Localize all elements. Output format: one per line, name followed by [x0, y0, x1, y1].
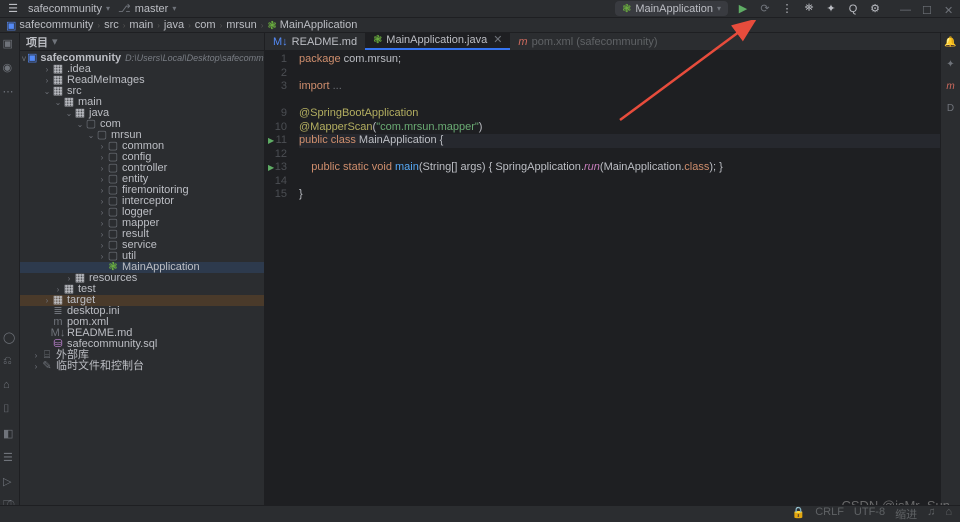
- editor-gutter: 12391011▶1213▶1415: [265, 51, 293, 505]
- tool-icon[interactable]: ◯: [3, 331, 17, 345]
- tree-row[interactable]: ›▢service: [20, 240, 264, 251]
- project-tool-icon[interactable]: ▣: [3, 37, 17, 51]
- code-line[interactable]: }: [299, 188, 940, 202]
- window-maximize[interactable]: ☐: [922, 4, 932, 14]
- code-line[interactable]: [299, 148, 940, 162]
- notifications-icon[interactable]: 🔔: [944, 37, 958, 51]
- tree-row[interactable]: ⌄▦java: [20, 108, 264, 119]
- code-line[interactable]: @MapperScan("com.mrsun.mapper"): [299, 121, 940, 135]
- code-line[interactable]: public static void main(String[] args) {…: [299, 161, 940, 175]
- code-with-me-icon[interactable]: ⛯: [802, 2, 816, 16]
- editor-area: M↓README.md❃MainApplication.java✕mpom.xm…: [265, 33, 940, 505]
- tree-row[interactable]: ⌄▦main: [20, 97, 264, 108]
- code-line[interactable]: public class MainApplication {: [299, 134, 940, 148]
- project-panel: 项目 ▾ v▣ safecommunity D:\Users\Local\Des…: [20, 33, 265, 505]
- statusbar-item[interactable]: ⌂: [945, 506, 952, 522]
- chevron-down-icon: ▾: [172, 4, 176, 13]
- git-branch-icon: ⎇: [118, 2, 131, 15]
- code-line[interactable]: package com.mrsun;: [299, 53, 940, 67]
- statusbar-item[interactable]: UTF-8: [854, 506, 885, 522]
- code-line[interactable]: @SpringBootApplication: [299, 107, 940, 121]
- project-dropdown[interactable]: safecommunity ▾: [28, 3, 110, 15]
- code-line[interactable]: import ...: [299, 80, 940, 94]
- tool-icon[interactable]: ⎌: [3, 355, 17, 369]
- debug-button[interactable]: ⟳: [758, 2, 772, 16]
- run-button[interactable]: ▶: [736, 2, 750, 16]
- database-tool-icon[interactable]: D: [944, 103, 958, 117]
- panel-title: 项目: [26, 34, 48, 50]
- statusbar-item[interactable]: 🔒: [791, 506, 805, 522]
- breadcrumb-item[interactable]: ❃MainApplication: [267, 19, 357, 32]
- code-line[interactable]: [299, 67, 940, 81]
- code-line[interactable]: [299, 175, 940, 189]
- project-name: safecommunity: [28, 3, 102, 15]
- tab-close-icon[interactable]: ✕: [493, 33, 502, 46]
- window-minimize[interactable]: —: [900, 4, 910, 14]
- ai-assist-icon[interactable]: ✦: [944, 59, 958, 73]
- commit-tool-icon[interactable]: ◉: [3, 61, 17, 75]
- project-tree[interactable]: v▣ safecommunity D:\Users\Local\Desktop\…: [20, 51, 264, 374]
- breadcrumb-item[interactable]: src: [104, 19, 119, 31]
- editor-tab[interactable]: M↓README.md: [265, 34, 365, 50]
- editor-content[interactable]: 12391011▶1213▶1415 package com.mrsun; imp…: [265, 51, 940, 505]
- structure-tool-icon[interactable]: ⋯: [3, 85, 17, 99]
- editor-tab[interactable]: mpom.xml (safecommunity): [510, 34, 665, 50]
- branch-name: master: [135, 3, 169, 15]
- editor-tabs: M↓README.md❃MainApplication.java✕mpom.xm…: [265, 33, 940, 51]
- app-menu-icon[interactable]: ☰: [6, 2, 20, 16]
- breadcrumb-item[interactable]: mrsun: [226, 19, 257, 31]
- titlebar: ☰ safecommunity ▾ ⎇ master ▾ ❃ MainAppli…: [0, 0, 960, 18]
- more-icon[interactable]: ⋮: [780, 2, 794, 16]
- statusbar: 🔒 CRLF UTF-8 缩进 ♫ ⌂: [0, 505, 960, 521]
- ai-icon[interactable]: ✦: [824, 2, 838, 16]
- tool-icon[interactable]: ▷: [3, 475, 17, 489]
- run-config-label: MainApplication: [635, 3, 713, 15]
- maven-tool-icon[interactable]: m: [944, 81, 958, 95]
- breadcrumb-item[interactable]: main: [129, 19, 153, 31]
- panel-header[interactable]: 项目 ▾: [20, 33, 264, 51]
- panel-selector[interactable]: ▾: [52, 35, 58, 48]
- editor-tab[interactable]: ❃MainApplication.java✕: [365, 33, 510, 50]
- breadcrumb-item[interactable]: java: [164, 19, 184, 31]
- tree-row[interactable]: ⌄▢com: [20, 119, 264, 130]
- statusbar-item[interactable]: ♫: [927, 506, 935, 522]
- search-icon[interactable]: Q: [846, 2, 860, 16]
- tree-row[interactable]: ⌄▦src: [20, 86, 264, 97]
- run-config-selector[interactable]: ❃ MainApplication ▾: [615, 1, 728, 16]
- statusbar-item[interactable]: 缩进: [895, 506, 917, 522]
- tool-icon[interactable]: ⌂: [3, 379, 17, 393]
- statusbar-item[interactable]: CRLF: [815, 506, 844, 522]
- settings-icon[interactable]: ⚙: [868, 2, 882, 16]
- tree-row[interactable]: ›▦resources: [20, 273, 264, 284]
- breadcrumb-item[interactable]: ▣safecommunity: [6, 19, 93, 32]
- chevron-down-icon: ▾: [106, 4, 110, 13]
- tree-row[interactable]: ›✎临时文件和控制台: [20, 361, 264, 372]
- code-area[interactable]: package com.mrsun; import ... @SpringBootA…: [293, 51, 940, 505]
- spring-icon: ❃: [622, 2, 631, 15]
- branch-dropdown[interactable]: ⎇ master ▾: [118, 2, 176, 15]
- chevron-down-icon: ▾: [717, 4, 721, 13]
- breadcrumb-item[interactable]: com: [195, 19, 216, 31]
- right-tool-strip: 🔔 ✦ m D: [940, 33, 960, 505]
- terminal-tool-icon[interactable]: ⌷: [3, 403, 17, 417]
- window-close[interactable]: ✕: [944, 4, 954, 14]
- code-line[interactable]: [299, 94, 940, 108]
- breadcrumb: ▣safecommunity› src› main› java› com› mr…: [0, 18, 960, 33]
- tool-icon[interactable]: ☰: [3, 451, 17, 465]
- tool-icon[interactable]: ◧: [3, 427, 17, 441]
- tree-row[interactable]: ❃MainApplication: [20, 262, 264, 273]
